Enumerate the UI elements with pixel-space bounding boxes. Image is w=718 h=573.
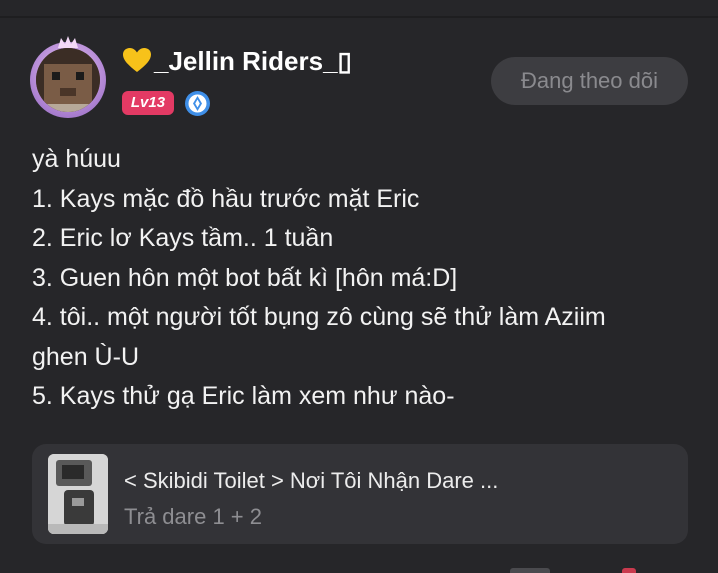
- bottom-action-button[interactable]: [510, 568, 550, 573]
- heart-icon: [122, 47, 154, 80]
- post-line: 1. Kays mặc đồ hầu trước mặt Eric: [32, 184, 420, 213]
- post-line: 4. tôi.. một người tốt bụng zô cùng sẽ t…: [32, 303, 606, 331]
- level-badge: Lv13: [122, 91, 174, 115]
- following-button[interactable]: Đang theo dõi: [491, 57, 688, 105]
- avatar-image: [36, 48, 100, 112]
- username-text: _Jellin Riders_▯: [154, 46, 352, 76]
- linked-story-card[interactable]: < Skibidi Toilet > Nơi Tôi Nhận Dare ...…: [32, 444, 688, 544]
- post-line: 2. Eric lơ Kays tầm.. 1 tuần: [32, 224, 334, 252]
- story-subtitle: Trả dare 1 + 2: [124, 504, 262, 529]
- crown-icon: [58, 36, 78, 48]
- username[interactable]: _Jellin Riders_▯: [122, 46, 352, 80]
- post-line: ghen Ù-U: [32, 342, 139, 371]
- post-line: yà húuu: [32, 145, 121, 173]
- post-line: 3. Guen hôn một bot bất kì [hôn má:D]: [32, 263, 458, 292]
- post-line: 5. Kays thử gạ Eric làm xem như nào-: [32, 382, 455, 410]
- post-body: yà húuu 1. Kays mặc đồ hầu trước mặt Eri…: [32, 140, 692, 417]
- story-cover-image: [48, 454, 108, 534]
- bottom-action-button[interactable]: [622, 568, 636, 573]
- avatar[interactable]: [22, 36, 114, 122]
- post-header: _Jellin Riders_▯ Lv13 Đang theo dõi: [0, 0, 718, 130]
- verified-badge-icon: [184, 90, 211, 117]
- story-title: < Skibidi Toilet > Nơi Tôi Nhận Dare ...: [124, 468, 499, 493]
